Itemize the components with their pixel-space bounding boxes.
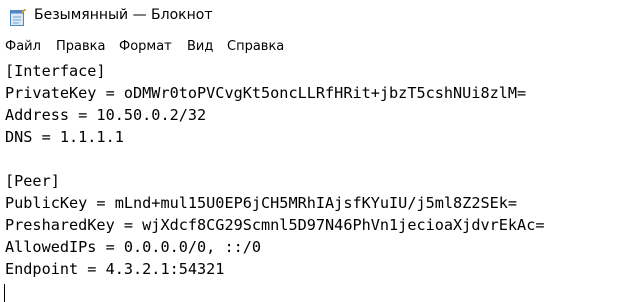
editor-line: DNS = 1.1.1.1 — [5, 128, 124, 146]
menu-edit[interactable]: Правка — [56, 39, 105, 54]
editor-line: AllowedIPs = 0.0.0.0/0, ::/0 — [5, 238, 262, 256]
menu-view[interactable]: Вид — [187, 39, 213, 54]
title-bar[interactable]: Безымянный — Блокнот — [0, 0, 619, 34]
text-caret — [4, 284, 5, 302]
menu-format[interactable]: Формат — [119, 39, 172, 54]
notepad-icon — [10, 8, 26, 26]
editor-line: PrivateKey = oDMWr0toPVCvgKt5oncLLRfHRit… — [5, 84, 527, 102]
window-title: Безымянный — Блокнот — [34, 7, 213, 23]
editor-line: PresharedKey = wjXdcf8CG29Scmnl5D97N46Ph… — [5, 216, 545, 234]
editor-line: Endpoint = 4.3.2.1:54321 — [5, 260, 225, 278]
text-editor[interactable]: [Interface] PrivateKey = oDMWr0toPVCvgKt… — [0, 58, 619, 302]
editor-line: [Peer] — [5, 172, 60, 190]
menu-file[interactable]: Файл — [5, 39, 41, 54]
menu-bar: Файл Правка Формат Вид Справка — [0, 36, 619, 58]
editor-line: [Interface] — [5, 62, 106, 80]
editor-line: PublicKey = mLnd+mul15U0EP6jCH5MRhIAjsfK… — [5, 194, 518, 212]
editor-line: Address = 10.50.0.2/32 — [5, 106, 207, 124]
menu-help[interactable]: Справка — [227, 39, 284, 54]
